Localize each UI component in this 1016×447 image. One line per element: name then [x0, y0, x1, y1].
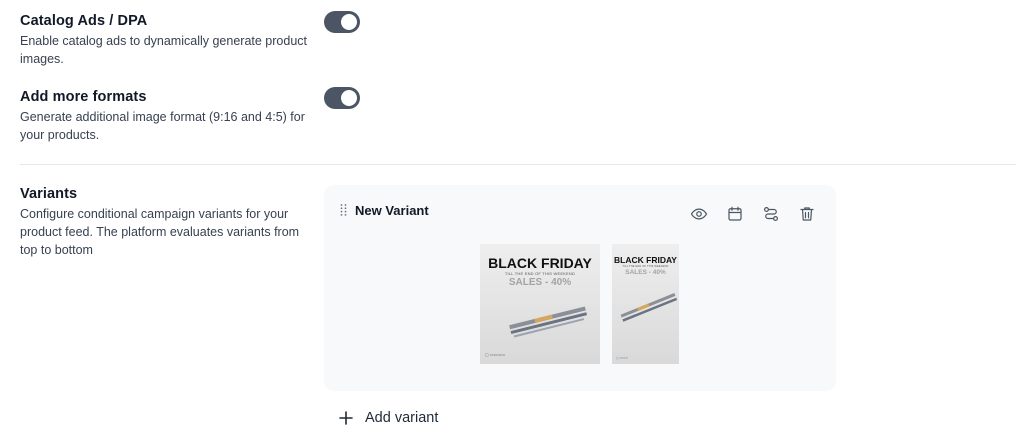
route-icon[interactable]	[761, 204, 781, 224]
preview-headline: BLACK FRIDAY	[614, 255, 677, 265]
preview-sale: SALES - 40%	[508, 277, 572, 288]
catalog-ads-description: Enable catalog ads to dynamically genera…	[20, 34, 307, 66]
preview-vertical[interactable]: BLACK FRIDAY TILL THE END OF THIS WEEKEN…	[612, 244, 679, 364]
drag-handle-icon[interactable]	[339, 203, 349, 217]
preview-logo: ▢ ▭▭▭▭	[485, 352, 506, 357]
product-image	[620, 293, 678, 322]
catalog-ads-toggle[interactable]	[324, 11, 360, 33]
calendar-icon[interactable]	[725, 204, 745, 224]
add-variant-button[interactable]: Add variant	[338, 410, 438, 426]
preview-headline: BLACK FRIDAY	[488, 255, 592, 271]
eye-icon[interactable]	[689, 204, 709, 224]
variants-description: Configure conditional campaign variants …	[20, 207, 300, 257]
more-formats-description: Generate additional image format (9:16 a…	[20, 110, 305, 142]
add-variant-label: Add variant	[365, 410, 439, 426]
more-formats-toggle[interactable]	[324, 87, 360, 109]
variant-name[interactable]: New Variant	[355, 203, 429, 218]
toggle-knob	[341, 90, 357, 106]
variant-card[interactable]: New Variant BLACK FRIDAY TILL THE END OF…	[324, 185, 836, 391]
preview-subline: TILL THE END OF THIS WEEKEND	[504, 271, 576, 276]
variants-title: Variants	[20, 186, 78, 202]
preview-square[interactable]: BLACK FRIDAY TILL THE END OF THIS WEEKEN…	[480, 244, 600, 364]
preview-sale: SALES - 40%	[625, 269, 666, 276]
plus-icon	[339, 411, 353, 425]
catalog-ads-title: Catalog Ads / DPA	[20, 13, 148, 29]
toggle-knob	[341, 14, 357, 30]
preview-logo: ▢ ▭▭▭	[616, 356, 629, 360]
preview-subline: TILL THE END OF THIS WEEKEND	[622, 265, 669, 268]
section-divider	[20, 164, 1016, 165]
product-image	[509, 306, 588, 338]
more-formats-title: Add more formats	[20, 89, 147, 105]
trash-icon[interactable]	[797, 204, 817, 224]
